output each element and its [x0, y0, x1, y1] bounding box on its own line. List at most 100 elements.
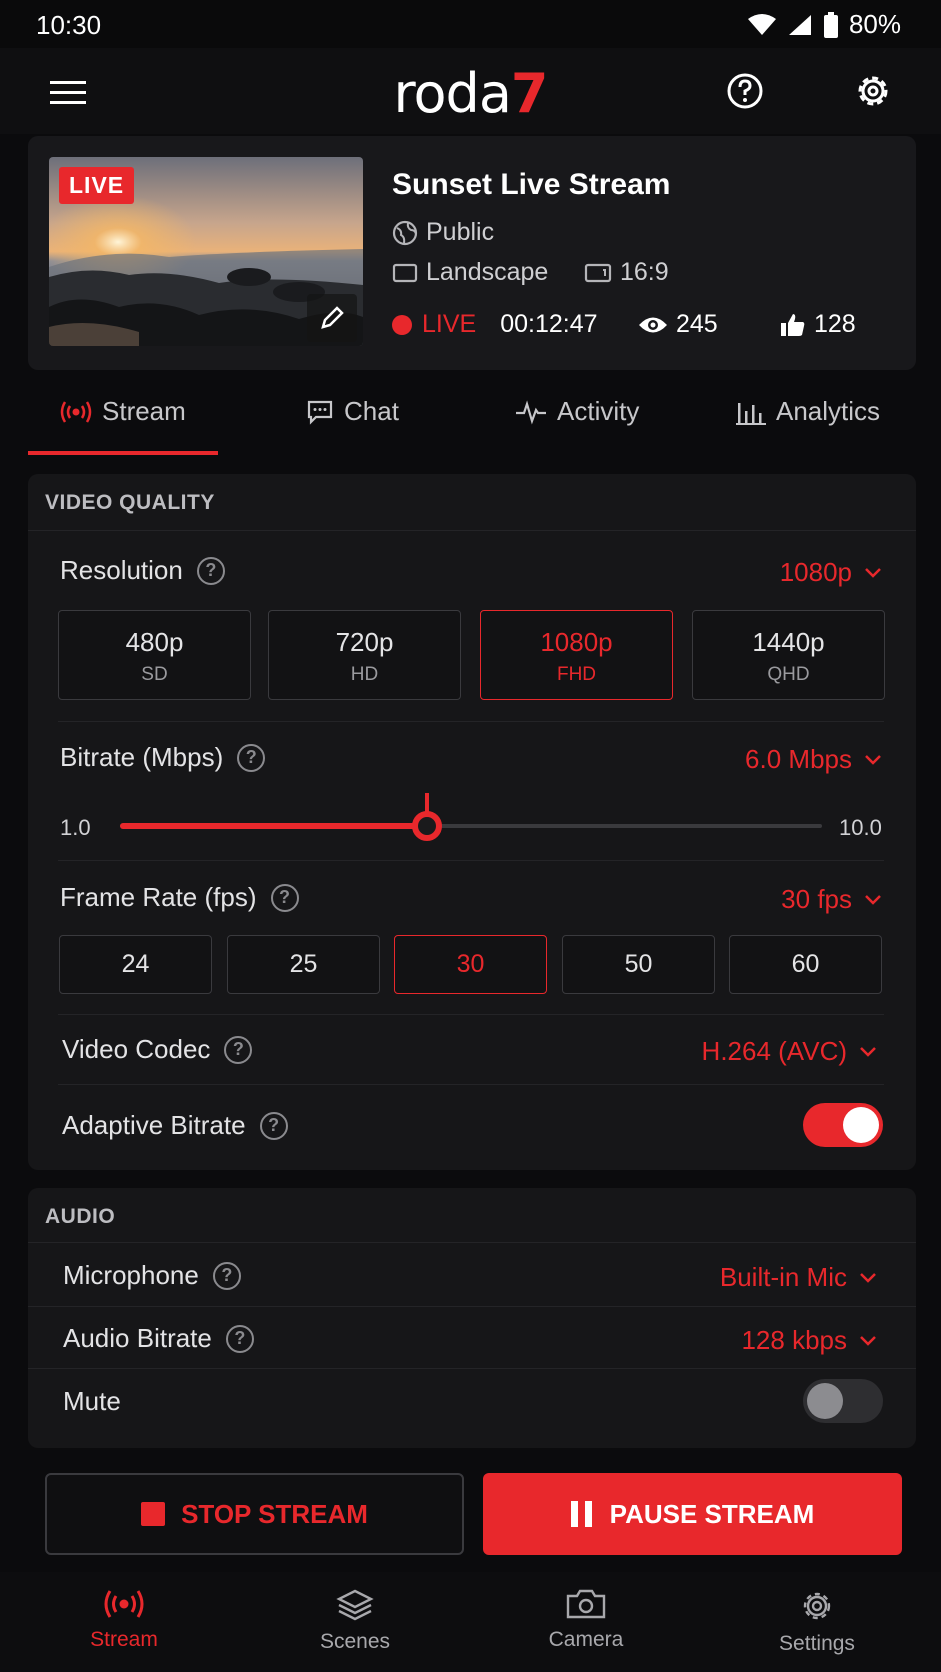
- resolution-label-row: Resolution ?: [60, 555, 225, 586]
- codec-dropdown[interactable]: H.264 (AVC): [702, 1036, 877, 1067]
- logo-text: roda: [393, 62, 512, 125]
- resolution-label: Resolution: [60, 555, 183, 585]
- stop-icon: [141, 1502, 166, 1526]
- eye-icon: [639, 317, 667, 332]
- resolution-dropdown[interactable]: 1080p: [780, 557, 882, 588]
- codec-help-icon[interactable]: ?: [224, 1035, 253, 1064]
- chevron-down-icon: [860, 1272, 876, 1283]
- fps-option-60[interactable]: 60: [729, 935, 882, 994]
- app-bar: roda7: [0, 48, 941, 134]
- resolution-option-main: 1440p: [752, 627, 825, 657]
- stop-stream-button[interactable]: STOP STREAM: [45, 1473, 464, 1555]
- bitrate-dropdown[interactable]: 6.0 Mbps: [745, 744, 882, 775]
- status-icons: 80%: [747, 9, 901, 40]
- battery-icon: [823, 11, 838, 38]
- resolution-help-icon[interactable]: ?: [196, 556, 225, 585]
- frame-rate-value: 30 fps: [781, 884, 852, 914]
- divider: [58, 721, 884, 722]
- resolution-option-main: 1080p: [540, 627, 613, 657]
- battery-percent: 80%: [848, 9, 901, 39]
- tab-activity[interactable]: Activity: [515, 396, 639, 427]
- frame-rate-dropdown[interactable]: 30 fps: [781, 884, 882, 915]
- help-icon: [727, 73, 763, 109]
- resolution-option-main: 480p: [125, 627, 184, 657]
- resolution-option-1440p[interactable]: 1440p QHD: [692, 610, 885, 700]
- edit-thumbnail-button[interactable]: [307, 294, 357, 342]
- resolution-option-720p[interactable]: 720p HD: [268, 610, 461, 700]
- audio-bitrate-label: Audio Bitrate: [63, 1323, 212, 1353]
- microphone-help-icon[interactable]: ?: [212, 1261, 241, 1290]
- chevron-down-icon: [860, 1046, 876, 1057]
- nav-settings-label: Settings: [779, 1632, 855, 1655]
- audio-bitrate-value: 128 kbps: [741, 1325, 847, 1355]
- resolution-option-main: 720p: [335, 627, 394, 657]
- privacy-row: Public: [392, 218, 494, 247]
- nav-settings[interactable]: Settings: [737, 1588, 897, 1656]
- codec-label: Video Codec: [62, 1034, 211, 1064]
- divider: [58, 1014, 884, 1015]
- microphone-label: Microphone: [63, 1260, 199, 1290]
- audio-bitrate-label-row: Audio Bitrate ?: [63, 1323, 254, 1354]
- fps-option-50[interactable]: 50: [562, 935, 715, 994]
- divider: [28, 530, 916, 531]
- bitrate-slider-fill: [120, 823, 427, 829]
- fps-option-30[interactable]: 30: [394, 935, 547, 994]
- stream-title: Sunset Live Stream: [392, 168, 671, 201]
- chat-icon: [307, 400, 333, 425]
- fps-option-25[interactable]: 25: [227, 935, 380, 994]
- thumbs-up-icon: [781, 313, 805, 336]
- tab-chat[interactable]: Chat: [306, 396, 399, 427]
- resolution-option-sub: FHD: [556, 664, 597, 685]
- audio-heading: AUDIO: [45, 1205, 116, 1228]
- tab-activity-label: Activity: [557, 396, 640, 426]
- codec-value: H.264 (AVC): [701, 1036, 847, 1066]
- nav-stream-label: Stream: [90, 1628, 158, 1651]
- adaptive-bitrate-toggle[interactable]: [803, 1103, 883, 1147]
- app-logo: roda7: [0, 62, 941, 125]
- frame-rate-help-icon[interactable]: ?: [270, 883, 299, 912]
- live-status-label: LIVE: [422, 310, 477, 338]
- bitrate-help-icon[interactable]: ?: [237, 743, 266, 772]
- divider: [28, 1306, 916, 1307]
- mute-toggle[interactable]: [803, 1379, 883, 1423]
- broadcast-icon: [60, 400, 92, 423]
- layers-icon: [336, 1589, 374, 1621]
- help-button[interactable]: [726, 72, 766, 112]
- adaptive-bitrate-label: Adaptive Bitrate: [62, 1110, 246, 1140]
- tab-analytics[interactable]: Analytics: [736, 396, 880, 427]
- adaptive-bitrate-label-row: Adaptive Bitrate ?: [62, 1110, 288, 1141]
- active-tab-indicator: [28, 451, 218, 455]
- mute-label: Mute: [63, 1386, 121, 1416]
- logo-number: 7: [510, 62, 549, 125]
- nav-camera[interactable]: Camera: [506, 1588, 666, 1652]
- nav-stream[interactable]: Stream: [44, 1588, 204, 1652]
- bitrate-label: Bitrate (Mbps): [60, 742, 224, 772]
- frame-rate-label: Frame Rate (fps): [60, 882, 257, 912]
- bar-chart-icon: [736, 402, 766, 425]
- audio-bitrate-help-icon[interactable]: ?: [225, 1324, 254, 1353]
- tab-chat-label: Chat: [344, 396, 399, 426]
- bitrate-slider-handle[interactable]: [411, 811, 442, 841]
- resolution-option-sub: QHD: [767, 664, 810, 685]
- pause-stream-label: PAUSE STREAM: [609, 1498, 815, 1529]
- viewers-value: 245: [676, 310, 718, 338]
- tab-stream[interactable]: Stream: [60, 396, 186, 427]
- fps-option-24[interactable]: 24: [59, 935, 212, 994]
- mute-label-row: Mute: [63, 1386, 121, 1417]
- microphone-dropdown[interactable]: Built-in Mic: [720, 1262, 877, 1293]
- audio-card: [28, 1188, 916, 1448]
- nav-scenes[interactable]: Scenes: [275, 1588, 435, 1654]
- toggle-knob: [807, 1383, 843, 1419]
- toggle-knob: [843, 1107, 879, 1143]
- status-time: 10:30: [36, 10, 102, 40]
- orientation-label: Landscape: [426, 258, 549, 286]
- divider: [28, 1368, 916, 1369]
- resolution-value: 1080p: [779, 557, 852, 587]
- settings-button[interactable]: [853, 71, 895, 113]
- audio-bitrate-dropdown[interactable]: 128 kbps: [741, 1325, 877, 1356]
- adaptive-bitrate-help-icon[interactable]: ?: [259, 1111, 288, 1140]
- resolution-option-1080p[interactable]: 1080p FHD: [480, 610, 673, 700]
- pause-stream-button[interactable]: PAUSE STREAM: [483, 1473, 902, 1555]
- divider: [28, 1242, 916, 1243]
- resolution-option-480p[interactable]: 480p SD: [58, 610, 251, 700]
